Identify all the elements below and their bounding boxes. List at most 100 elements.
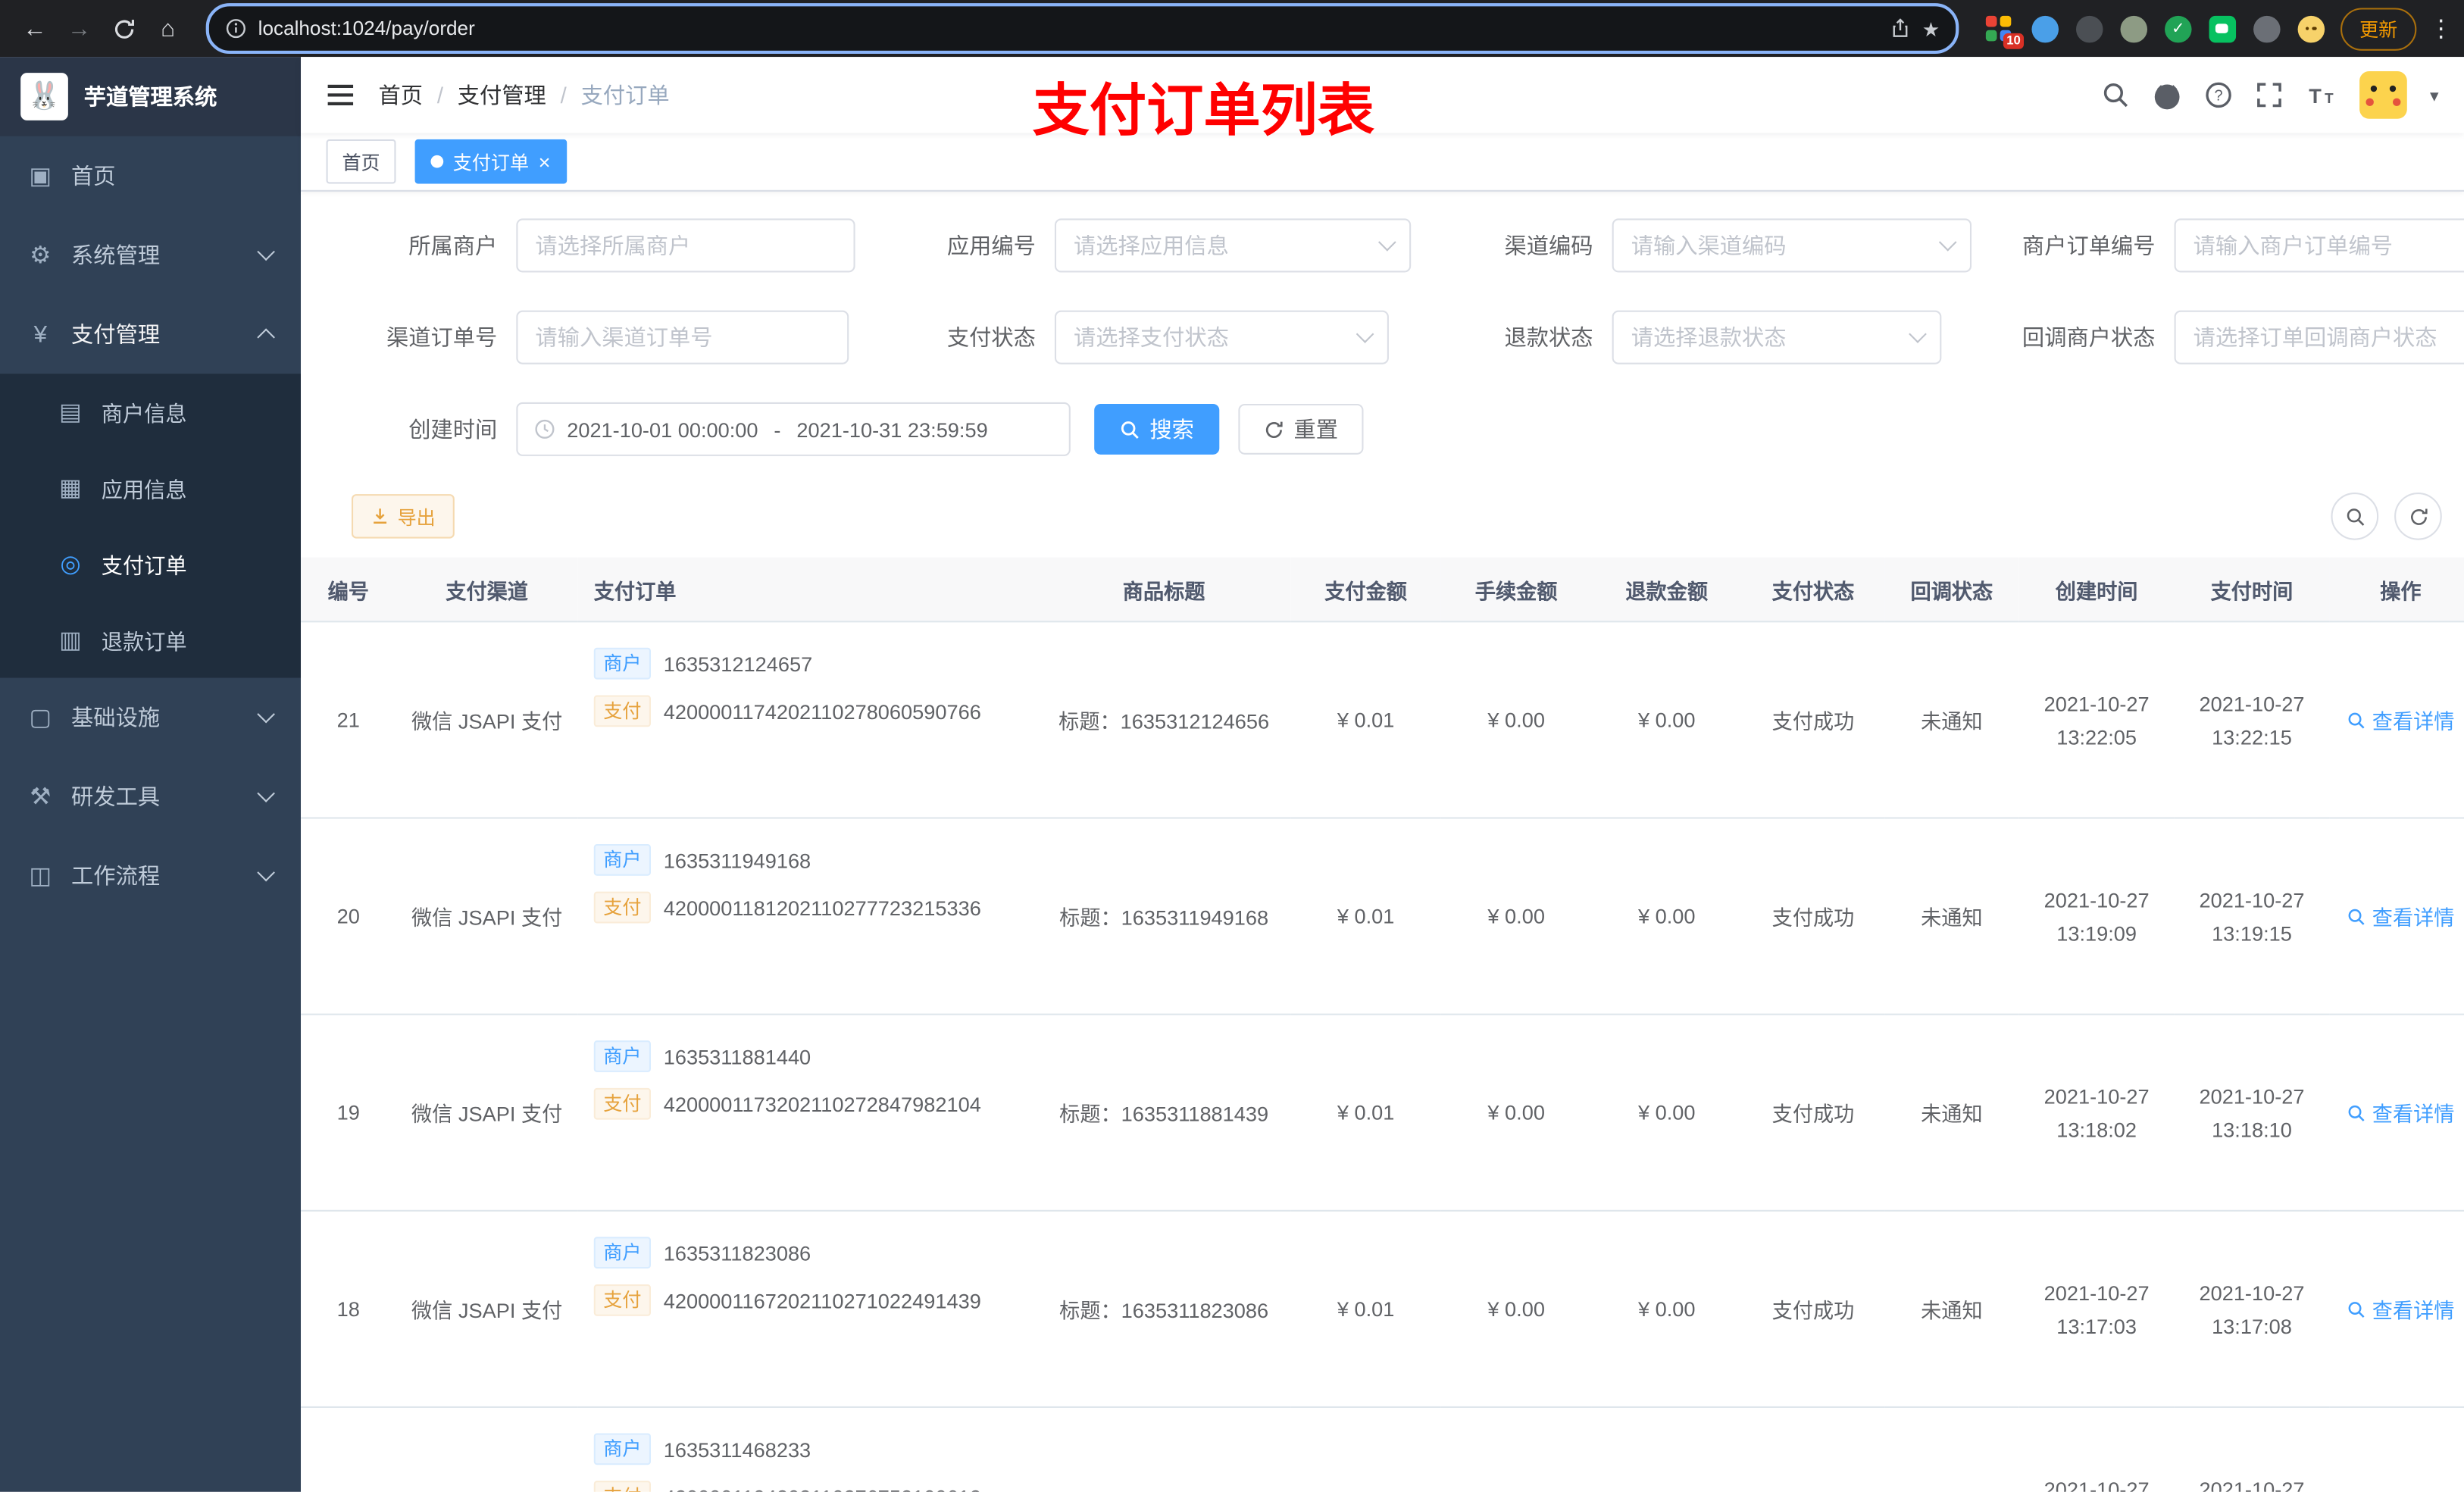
extension-colored-grid-icon[interactable]: 10 (1984, 14, 2024, 48)
sidebar-item-workflow[interactable]: ◫ 工作流程 (0, 837, 301, 916)
table-header-row: 编号 支付渠道 支付订单 商品标题 支付金额 手续金额 退款金额 支付状态 回调… (301, 557, 2464, 623)
cell-channel: 微信 JSAPI 支付 (396, 1406, 578, 1492)
filter-label: 创建时间 (408, 416, 498, 443)
channel-order-no-input[interactable]: 请输入渠道订单号 (516, 310, 849, 364)
app-id-select[interactable]: 请选择应用信息 (1054, 218, 1412, 273)
table-row: 17 微信 JSAPI 支付 商户 1635311468233 支付 (301, 1406, 2464, 1492)
cell-pay-order: 商户 1635311468233 支付 42000011942021102767… (577, 1406, 1037, 1492)
bookmark-star-icon[interactable]: ★ (1922, 17, 1940, 40)
view-detail-link[interactable]: 查看详情 (2347, 1294, 2454, 1325)
avatar-caret-icon[interactable]: ▾ (2430, 85, 2439, 105)
cell-title: 标题：1635311468233 (1037, 1406, 1291, 1492)
channel-code-select[interactable]: 请输入渠道编码 (1612, 218, 1972, 273)
extension-chat-icon[interactable] (2209, 14, 2237, 42)
view-detail-link[interactable]: 查看详情 (2347, 901, 2454, 931)
cell-fee: ¥ 0.00 (1440, 1014, 1592, 1212)
browser-update-button[interactable]: 更新 (2340, 7, 2417, 50)
cell-id: 20 (301, 818, 396, 1015)
tab-home[interactable]: 首页 (326, 139, 396, 184)
col-id: 编号 (301, 557, 396, 623)
date-separator: - (774, 417, 781, 442)
notify-status-select[interactable]: 请选择订单回调商户状态 (2174, 310, 2464, 364)
extension-pin-icon[interactable] (2253, 14, 2281, 42)
cell-create-time: 2021-10-27 13:17:03 (2018, 1210, 2175, 1409)
cell-id: 21 (301, 621, 396, 819)
tab-pay-order[interactable]: 支付订单 × (414, 139, 567, 184)
svg-text:T: T (2309, 84, 2322, 108)
view-detail-link[interactable]: 查看详情 (2347, 1097, 2454, 1128)
merchant-tag: 商户 (593, 1040, 652, 1072)
cell-notify: 未通知 (1884, 1210, 2019, 1409)
export-button[interactable]: 导出 (351, 494, 455, 539)
toggle-search-button[interactable] (2331, 492, 2379, 540)
cell-notify: 未通知 (1884, 621, 2019, 819)
view-detail-link[interactable]: 查看详情 (2347, 705, 2454, 735)
search-button[interactable]: 搜索 (1094, 403, 1220, 455)
create-time-range-picker[interactable]: 2021-10-01 00:00:00 - 2021-10-31 23:59:5… (516, 402, 1071, 456)
filter-label: 所属商户 (408, 233, 498, 258)
svg-text:T: T (2325, 90, 2334, 106)
extension-dark-icon[interactable] (2075, 14, 2103, 42)
sidebar-item-app-info[interactable]: ▦ 应用信息 (0, 450, 301, 526)
search-icon[interactable] (2102, 81, 2131, 110)
merchant-order-no: 1635311823086 (663, 1240, 811, 1265)
browser-menu-icon[interactable]: ⋮ (2429, 14, 2453, 43)
sidebar-item-infra[interactable]: ▢ 基础设施 (0, 678, 301, 758)
sidebar: 🐰 芋道管理系统 ▣ 首页 ⚙ 系统管理 ¥ 支付管理 ▤ 商户信息 ▦ 应用信… (0, 57, 302, 1492)
breadcrumb-home[interactable]: 首页 (379, 79, 424, 111)
browser-back-button[interactable]: ← (13, 6, 58, 51)
cell-channel: 微信 JSAPI 支付 (396, 1014, 578, 1212)
sidebar-item-refund-order[interactable]: ▥ 退款订单 (0, 602, 301, 677)
site-info-icon[interactable] (225, 17, 247, 39)
merchant-select[interactable]: 请选择所属商户 (516, 218, 855, 273)
col-actions: 操作 (2329, 557, 2464, 623)
cell-fee: ¥ 0.00 (1440, 621, 1592, 819)
address-bar[interactable]: localhost:1024/pay/order ★ (205, 3, 1959, 55)
browser-home-button[interactable]: ⌂ (145, 6, 190, 51)
browser-forward-button[interactable]: → (57, 6, 102, 51)
table-row: 18 微信 JSAPI 支付 商户 1635311823086 支付 42000… (301, 1210, 2464, 1409)
help-icon[interactable]: ? (2205, 81, 2234, 110)
fullscreen-icon[interactable] (2256, 81, 2284, 110)
close-icon[interactable]: × (539, 152, 551, 172)
sidebar-item-home[interactable]: ▣ 首页 (0, 136, 301, 216)
pay-status-select[interactable]: 请选择支付状态 (1054, 310, 1389, 364)
col-status: 支付状态 (1742, 557, 1885, 623)
sidebar-item-merchant-info[interactable]: ▤ 商户信息 (0, 374, 301, 449)
sidebar-item-pay-order[interactable]: ◎ 支付订单 (0, 526, 301, 602)
table-body: 21 微信 JSAPI 支付 商户 1635312124657 支付 42000… (301, 621, 2464, 1492)
filter-label: 商户订单编号 (2022, 233, 2156, 258)
merchant-order-no-input[interactable]: 请输入商户订单编号 (2174, 218, 2464, 273)
sidebar-item-system[interactable]: ⚙ 系统管理 (0, 215, 301, 295)
table-row: 20 微信 JSAPI 支付 商户 1635311949168 支付 42000… (301, 818, 2464, 1015)
download-icon (374, 508, 387, 524)
breadcrumb-payment[interactable]: 支付管理 (458, 79, 546, 111)
cell-pay-time: 2021-10-27 13:22:15 (2174, 621, 2330, 819)
user-avatar[interactable] (2360, 71, 2408, 119)
font-size-icon[interactable]: TT (2306, 81, 2338, 110)
cell-amount: ¥ 0.01 (1290, 1210, 1441, 1409)
search-icon (2348, 712, 2365, 728)
pay-tag: 支付 (593, 1481, 652, 1492)
reset-button[interactable]: 重置 (1238, 403, 1364, 455)
extension-gray-icon[interactable] (2120, 14, 2148, 42)
target-icon: ◎ (60, 551, 81, 578)
refund-status-select[interactable]: 请选择退款状态 (1612, 310, 1942, 364)
sidebar-item-devtools[interactable]: ⚒ 研发工具 (0, 757, 301, 836)
chevron-down-icon (257, 242, 275, 261)
date-end: 2021-10-31 23:59:59 (796, 417, 988, 442)
extension-face-icon[interactable] (2297, 14, 2325, 42)
extension-green-check-icon[interactable]: ✓ (2164, 14, 2192, 42)
browser-reload-button[interactable] (102, 6, 146, 51)
sidebar-toggle-icon[interactable] (327, 83, 355, 108)
card-icon: ▤ (59, 399, 82, 427)
app-title: 芋道管理系统 (83, 83, 217, 110)
grid-icon: ▦ (59, 475, 82, 502)
sidebar-item-payment[interactable]: ¥ 支付管理 (0, 295, 301, 374)
refresh-table-button[interactable] (2394, 492, 2442, 540)
share-icon[interactable] (1889, 17, 1911, 39)
chevron-down-icon (1378, 233, 1396, 252)
github-icon[interactable] (2153, 80, 2183, 111)
extension-blue-drop-icon[interactable] (2031, 14, 2059, 42)
cell-actions: 查看详情 (2329, 621, 2464, 819)
